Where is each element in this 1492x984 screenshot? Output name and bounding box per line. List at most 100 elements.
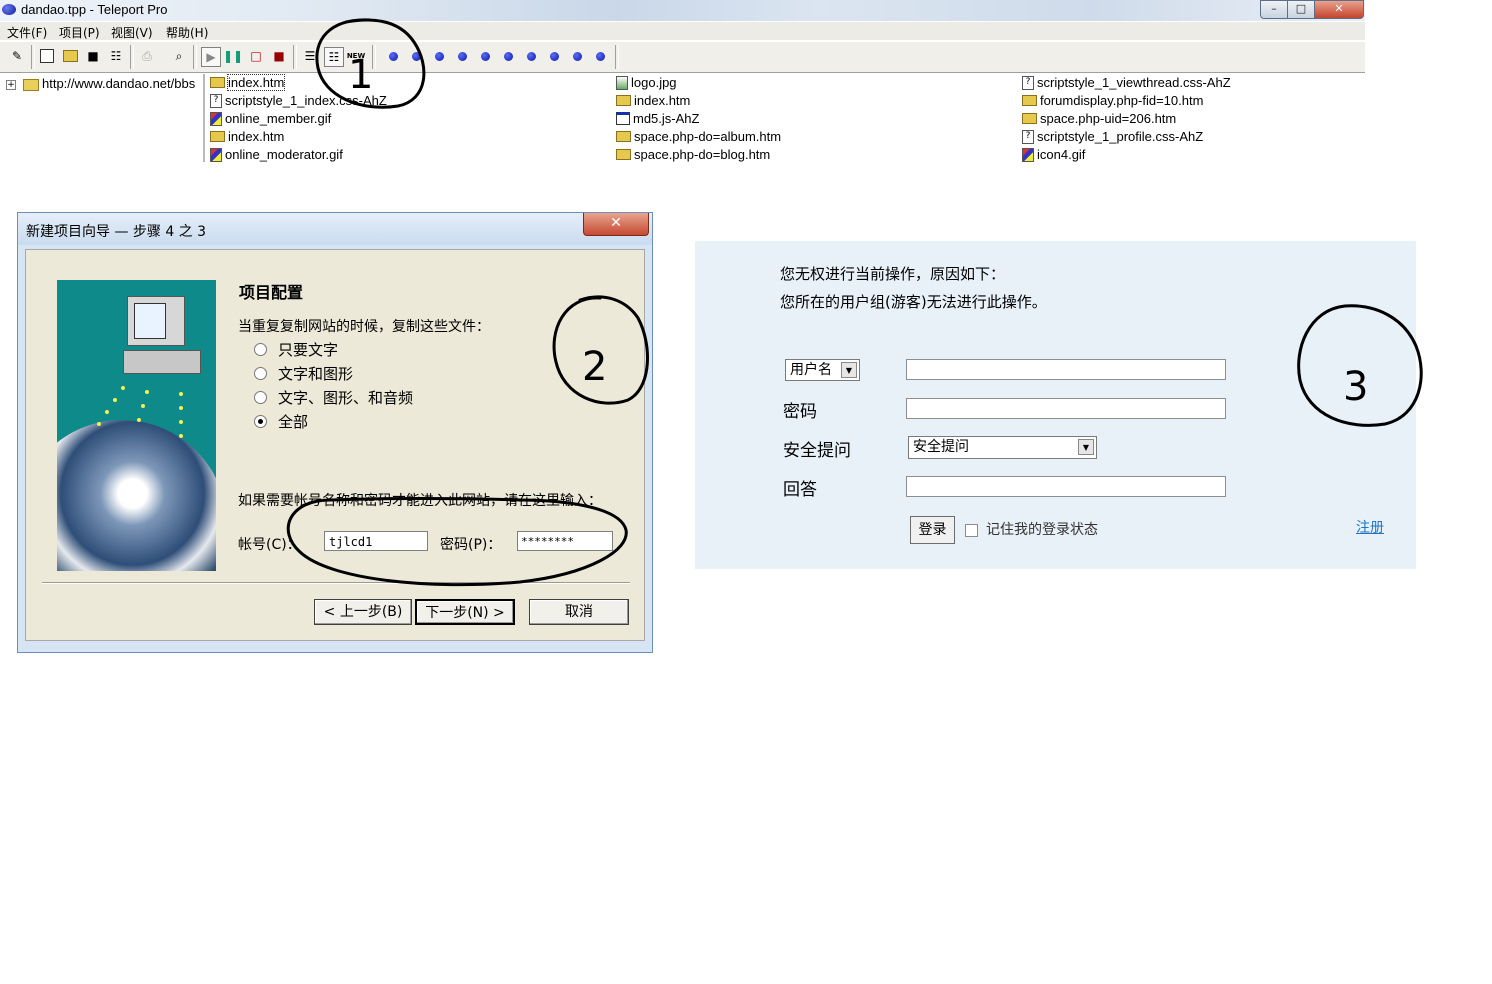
new-project-wizard-button[interactable]: ✎: [8, 47, 26, 65]
thread-button-6[interactable]: [499, 47, 517, 65]
thread-button-10[interactable]: [591, 47, 609, 65]
thread-status-icon: [411, 51, 421, 61]
file-item[interactable]: online_moderator.gif: [210, 146, 343, 162]
thread-button-1[interactable]: [384, 47, 402, 65]
thread-status-icon: [480, 51, 490, 61]
thread-button-4[interactable]: [453, 47, 471, 65]
tree-expand-toggle[interactable]: +: [6, 80, 16, 90]
register-link[interactable]: 注册: [1356, 517, 1384, 537]
file-item[interactable]: ? scriptstyle_1_profile.css-AhZ: [1022, 128, 1203, 145]
thread-button-5[interactable]: [476, 47, 494, 65]
file-list: index.htm ? scriptstyle_1_index.css-AhZ o…: [206, 74, 1365, 162]
folder-icon: [616, 95, 631, 106]
radio-text-only[interactable]: 只要文字: [254, 339, 338, 359]
file-item[interactable]: online_member.gif: [210, 110, 331, 127]
username-input[interactable]: [906, 359, 1226, 380]
radio-text-graphics-audio[interactable]: 文字、图形、和音频: [254, 387, 413, 407]
menu-bar: 文件(F) 项目(P) 视图(V) 帮助(H): [0, 22, 1365, 40]
new-button[interactable]: [38, 47, 56, 65]
menu-file[interactable]: 文件(F): [7, 24, 47, 41]
file-item[interactable]: ? scriptstyle_1_index.css-AhZ: [210, 92, 387, 109]
login-type-select[interactable]: 用户名 ▼: [785, 359, 860, 381]
stop-button[interactable]: □: [247, 47, 265, 65]
file-item[interactable]: index.htm: [210, 74, 286, 91]
wizard-icon: ✎: [11, 49, 23, 63]
file-name: scriptstyle_1_index.css-AhZ: [225, 93, 387, 108]
radio-text-graphics[interactable]: 文字和图形: [254, 363, 353, 383]
answer-input[interactable]: [906, 476, 1226, 497]
folder-icon: [210, 131, 225, 142]
file-item[interactable]: forumdisplay.php-fid=10.htm: [1022, 92, 1203, 109]
new-files-icon: NEW: [346, 52, 366, 60]
toolbar: ✎ ■ ☷ ⎙ ⌕ ▶ ❚❚ □ ■ ☰ ☷ NEW: [0, 42, 1365, 73]
radio-button[interactable]: [254, 366, 267, 380]
permission-reason: 您所在的用户组(游客)无法进行此操作。: [780, 293, 1047, 311]
radio-button[interactable]: [254, 342, 267, 356]
file-item[interactable]: ? scriptstyle_1_viewthread.css-AhZ: [1022, 74, 1231, 91]
properties-icon: ☷: [110, 49, 122, 63]
file-item[interactable]: icon4.gif: [1022, 146, 1085, 162]
dialog-close-button[interactable]: ✕: [583, 213, 649, 236]
next-button[interactable]: 下一步(N) >: [415, 599, 515, 625]
close-button[interactable]: ✕: [1314, 0, 1364, 19]
unknown-file-icon: ?: [1022, 75, 1034, 90]
account-input[interactable]: tjlcd1: [324, 531, 428, 551]
thread-button-8[interactable]: [545, 47, 563, 65]
file-item[interactable]: logo.jpg: [616, 74, 677, 91]
maximize-button[interactable]: □: [1287, 0, 1315, 19]
dialog-body: 项目配置 当重复复制网站的时候，复制这些文件： 只要文字 文字和图形 文字、图形…: [25, 249, 645, 641]
abort-button[interactable]: ■: [270, 47, 288, 65]
dropdown-arrow-icon: ▼: [1078, 439, 1094, 455]
save-button[interactable]: ■: [84, 47, 102, 65]
thread-button-7[interactable]: [522, 47, 540, 65]
back-button[interactable]: < 上一步(B): [314, 599, 412, 625]
thread-button-2[interactable]: [407, 47, 425, 65]
close-icon: ✕: [610, 215, 622, 231]
remember-me-checkbox[interactable]: [965, 524, 978, 537]
image-file-icon: [210, 147, 222, 162]
new-files-button[interactable]: NEW: [346, 47, 366, 65]
file-item[interactable]: index.htm: [210, 128, 284, 145]
login-button[interactable]: 登录: [910, 516, 955, 544]
radio-button-selected[interactable]: [254, 414, 267, 428]
cancel-button[interactable]: 取消: [529, 599, 629, 625]
menu-help[interactable]: 帮助(H): [166, 24, 208, 41]
start-button[interactable]: ▶: [201, 47, 221, 67]
jpg-file-icon: [616, 75, 628, 90]
file-item[interactable]: index.htm: [616, 92, 690, 109]
browse-button[interactable]: ⌕: [170, 47, 188, 65]
file-item[interactable]: space.php-do=blog.htm: [616, 146, 770, 162]
open-button[interactable]: [61, 47, 79, 65]
password-input[interactable]: ********: [517, 531, 613, 551]
password-input[interactable]: [906, 398, 1226, 419]
radio-label: 全部: [278, 412, 309, 431]
thread-status-icon: [434, 51, 444, 61]
project-tree: + http://www.dandao.net/bbs: [0, 74, 205, 162]
close-icon: ✕: [1334, 2, 1344, 15]
thread-button-3[interactable]: [430, 47, 448, 65]
menu-project[interactable]: 项目(P): [59, 24, 100, 41]
folder-icon: [23, 79, 39, 91]
security-question-select[interactable]: 安全提问 ▼: [908, 436, 1097, 459]
file-item[interactable]: md5.js-AhZ: [616, 110, 699, 127]
radio-button[interactable]: [254, 390, 267, 404]
tree-root-item[interactable]: http://www.dandao.net/bbs: [42, 76, 195, 91]
file-item[interactable]: space.php-uid=206.htm: [1022, 110, 1176, 127]
password-label: 密码(P)：: [440, 537, 502, 553]
list-icon: ☰: [304, 49, 316, 63]
teleport-pro-window: dandao.tpp - Teleport Pro – □ ✕ 文件(F) 项目…: [0, 0, 1365, 162]
pause-button[interactable]: ❚❚: [223, 47, 243, 65]
detail-view-button[interactable]: ☷: [324, 47, 344, 67]
abort-icon: ■: [273, 49, 285, 63]
list-view-button[interactable]: ☰: [301, 47, 319, 65]
thread-status-icon: [595, 51, 605, 61]
menu-view[interactable]: 视图(V): [111, 24, 153, 41]
answer-label: 回答: [783, 480, 817, 500]
properties-button[interactable]: ☷: [107, 47, 125, 65]
security-question-label: 安全提问: [783, 441, 851, 461]
minimize-button[interactable]: –: [1260, 0, 1288, 19]
file-item[interactable]: space.php-do=album.htm: [616, 128, 781, 145]
thread-button-9[interactable]: [568, 47, 586, 65]
radio-everything[interactable]: 全部: [254, 411, 308, 431]
print-button[interactable]: ⎙: [138, 47, 156, 65]
